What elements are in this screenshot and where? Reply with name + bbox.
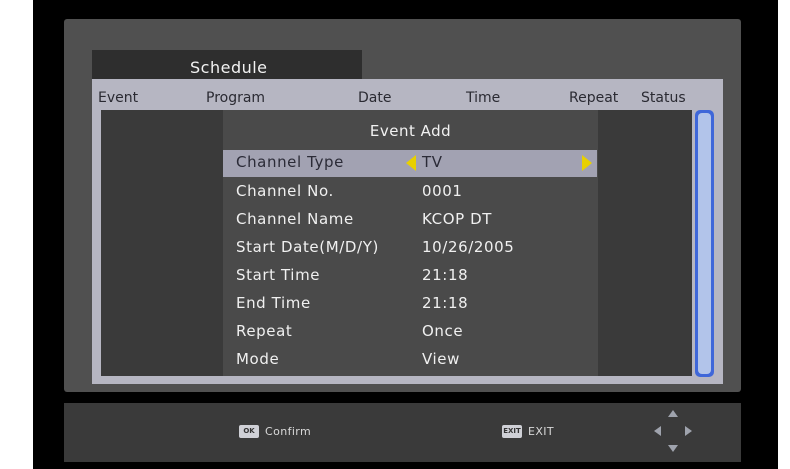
column-header-program: Program (206, 90, 266, 106)
channel-type-label: Channel Type (236, 153, 345, 171)
column-header-time: Time (466, 90, 501, 106)
end-time-label: End Time (236, 294, 311, 312)
start-time-label: Start Time (236, 266, 321, 284)
column-header-event: Event (98, 90, 139, 106)
caret-right-icon[interactable] (582, 155, 592, 171)
column-header-date: Date (358, 90, 392, 106)
exit-key-icon[interactable]: EXIT (502, 425, 522, 438)
channel-no-value[interactable]: 0001 (422, 182, 463, 200)
mode-label: Mode (236, 350, 280, 368)
confirm-hint: Confirm (265, 425, 312, 438)
channel-name-label: Channel Name (236, 210, 354, 228)
scrollbar-thumb[interactable] (698, 113, 711, 374)
help-bar (64, 403, 741, 462)
channel-no-label: Channel No. (236, 182, 334, 200)
column-header-repeat: Repeat (569, 90, 619, 106)
channel-name-value[interactable]: KCOP DT (422, 210, 492, 228)
column-header-status: Status (641, 90, 686, 106)
start-time-value[interactable]: 21:18 (422, 266, 468, 284)
channel-type-value[interactable]: TV (422, 153, 443, 171)
mode-value[interactable]: View (422, 350, 460, 368)
dialog-title: Event Add (369, 122, 452, 140)
end-time-value[interactable]: 21:18 (422, 294, 468, 312)
start-date-label: Start Date(M/D/Y) (236, 238, 379, 256)
repeat-value[interactable]: Once (422, 322, 463, 340)
exit-hint: EXIT (528, 425, 555, 438)
repeat-label: Repeat (236, 322, 293, 340)
start-date-value[interactable]: 10/26/2005 (422, 238, 514, 256)
caret-left-icon[interactable] (406, 155, 416, 171)
dpad-icon (654, 410, 692, 452)
tab-schedule-label: Schedule (190, 58, 268, 77)
ok-key-icon[interactable]: OK (239, 425, 259, 438)
